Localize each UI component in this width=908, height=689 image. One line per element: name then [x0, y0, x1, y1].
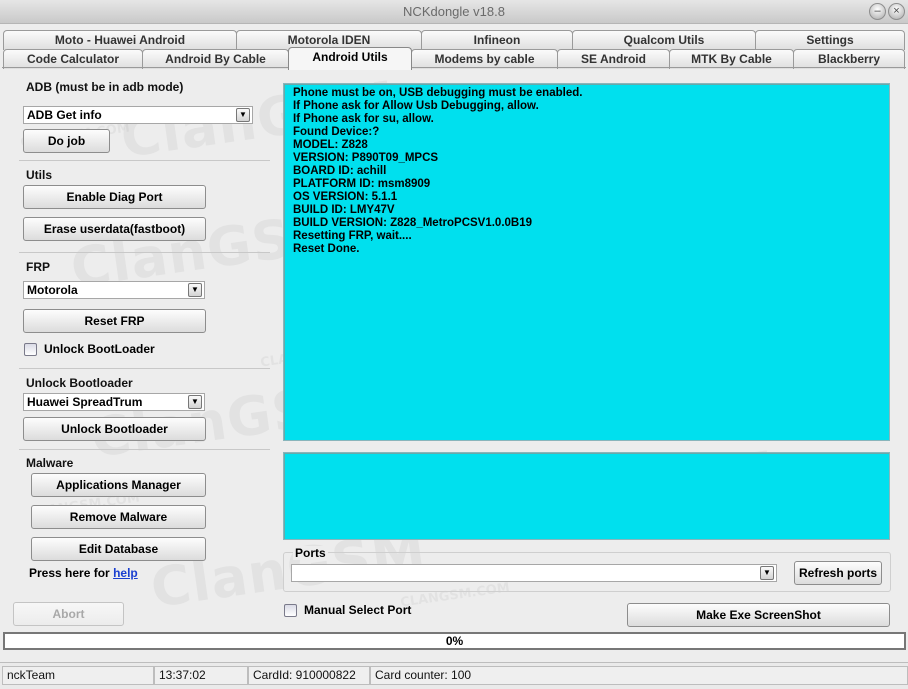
malware-group-label: Malware: [26, 456, 74, 470]
status-card-counter: Card counter: 100: [370, 666, 908, 685]
manual-select-port-label: Manual Select Port: [304, 603, 412, 617]
make-exe-screenshot-button[interactable]: Make Exe ScreenShot: [627, 603, 890, 627]
log-line: Reset Done.: [293, 243, 360, 255]
checkbox-box[interactable]: [284, 603, 297, 617]
secondary-output: [283, 452, 890, 540]
ports-group-label: Ports: [293, 546, 328, 560]
group-divider: [19, 252, 270, 253]
status-card-id: CardId: 910000822: [248, 666, 370, 685]
edit-database-button[interactable]: Edit Database: [31, 537, 206, 561]
tab-se-android[interactable]: SE Android: [557, 49, 670, 69]
abort-button[interactable]: Abort: [13, 602, 124, 626]
minimize-button[interactable]: –: [869, 3, 886, 20]
help-link[interactable]: help: [113, 566, 138, 580]
checkbox-box[interactable]: [24, 342, 37, 356]
log-line: If Phone ask for su, allow.: [293, 113, 434, 125]
frp-brand-value: Motorola: [27, 283, 78, 297]
help-line: Press here for help: [29, 566, 138, 580]
bootloader-platform-select[interactable]: Huawei SpreadTrum ▼: [23, 393, 205, 411]
chevron-down-icon[interactable]: ▼: [760, 566, 774, 580]
chevron-down-icon[interactable]: ▼: [188, 283, 202, 297]
log-line: PLATFORM ID: msm8909: [293, 178, 431, 190]
log-line: VERSION: P890T09_MPCS: [293, 152, 439, 164]
group-divider: [19, 368, 270, 369]
tab-modems-by-cable[interactable]: Modems by cable: [411, 49, 558, 69]
manual-select-port-checkbox[interactable]: Manual Select Port: [284, 603, 411, 617]
unlock-bootloader-group-label: Unlock Bootloader: [26, 376, 133, 390]
unlock-bootloader-checkbox[interactable]: Unlock BootLoader: [24, 342, 155, 356]
tab-blackberry[interactable]: Blackberry: [793, 49, 905, 69]
log-line: Phone must be on, USB debugging must be …: [293, 87, 583, 99]
window-title: NCKdongle v18.8: [403, 4, 505, 19]
tab-qualcom-utils[interactable]: Qualcom Utils: [572, 30, 756, 50]
log-line: Found Device:?: [293, 126, 380, 138]
unlock-bootloader-checkbox-label: Unlock BootLoader: [44, 342, 155, 356]
tab-mtk-by-cable[interactable]: MTK By Cable: [669, 49, 794, 69]
progress-bar: 0%: [3, 632, 906, 650]
adb-command-value: ADB Get info: [27, 108, 102, 122]
tab-settings[interactable]: Settings: [755, 30, 905, 50]
reset-frp-button[interactable]: Reset FRP: [23, 309, 206, 333]
tab-android-by-cable[interactable]: Android By Cable: [142, 49, 289, 69]
app-window: NCKdongle v18.8 – × Moto - Huawei Androi…: [0, 0, 908, 689]
tab-row-1: Moto - Huawei Android Motorola IDEN Infi…: [0, 30, 908, 50]
frp-group-label: FRP: [26, 260, 50, 274]
log-line: OS VERSION: 5.1.1: [293, 191, 398, 203]
chevron-down-icon[interactable]: ▼: [236, 108, 250, 122]
log-line: BUILD ID: LMY47V: [293, 204, 395, 216]
log-line: Resetting FRP, wait....: [293, 230, 412, 242]
bootloader-platform-value: Huawei SpreadTrum: [27, 395, 143, 409]
progress-text: 0%: [445, 634, 464, 648]
log-output: Phone must be on, USB debugging must be …: [283, 83, 890, 441]
adb-command-select[interactable]: ADB Get info ▼: [23, 106, 253, 124]
frp-brand-select[interactable]: Motorola ▼: [23, 281, 205, 299]
log-line: BOARD ID: achill: [293, 165, 387, 177]
group-divider: [19, 160, 270, 161]
do-job-button[interactable]: Do job: [23, 129, 110, 153]
android-utils-panel: ADB (must be in adb mode) ADB Get info ▼…: [0, 68, 908, 628]
status-time: 13:37:02: [154, 666, 248, 685]
log-line: MODEL: Z828: [293, 139, 368, 151]
refresh-ports-button[interactable]: Refresh ports: [794, 561, 882, 585]
close-button[interactable]: ×: [888, 3, 905, 20]
applications-manager-button[interactable]: Applications Manager: [31, 473, 206, 497]
unlock-bootloader-button[interactable]: Unlock Bootloader: [23, 417, 206, 441]
tab-row-2: Code Calculator Android By Cable Android…: [0, 47, 908, 70]
tab-code-calculator[interactable]: Code Calculator: [3, 49, 143, 69]
remove-malware-button[interactable]: Remove Malware: [31, 505, 206, 529]
status-bar: nckTeam 13:37:02 CardId: 910000822 Card …: [0, 662, 908, 689]
log-line: BUILD VERSION: Z828_MetroPCSV1.0.0B19: [293, 217, 533, 229]
tab-android-utils[interactable]: Android Utils: [288, 47, 412, 70]
chevron-down-icon[interactable]: ▼: [188, 395, 202, 409]
tab-infineon[interactable]: Infineon: [421, 30, 573, 50]
group-divider: [19, 449, 270, 450]
erase-userdata-button[interactable]: Erase userdata(fastboot): [23, 217, 206, 241]
status-user: nckTeam: [2, 666, 154, 685]
tab-moto-huawei-android[interactable]: Moto - Huawei Android: [3, 30, 237, 50]
utils-group-label: Utils: [26, 168, 53, 182]
help-prefix: Press here for: [29, 566, 110, 580]
enable-diag-port-button[interactable]: Enable Diag Port: [23, 185, 206, 209]
port-select[interactable]: ▼: [291, 564, 777, 582]
title-bar: NCKdongle v18.8 – ×: [0, 0, 908, 24]
adb-group-label: ADB (must be in adb mode): [26, 80, 184, 94]
log-line: If Phone ask for Allow Usb Debugging, al…: [293, 100, 539, 112]
